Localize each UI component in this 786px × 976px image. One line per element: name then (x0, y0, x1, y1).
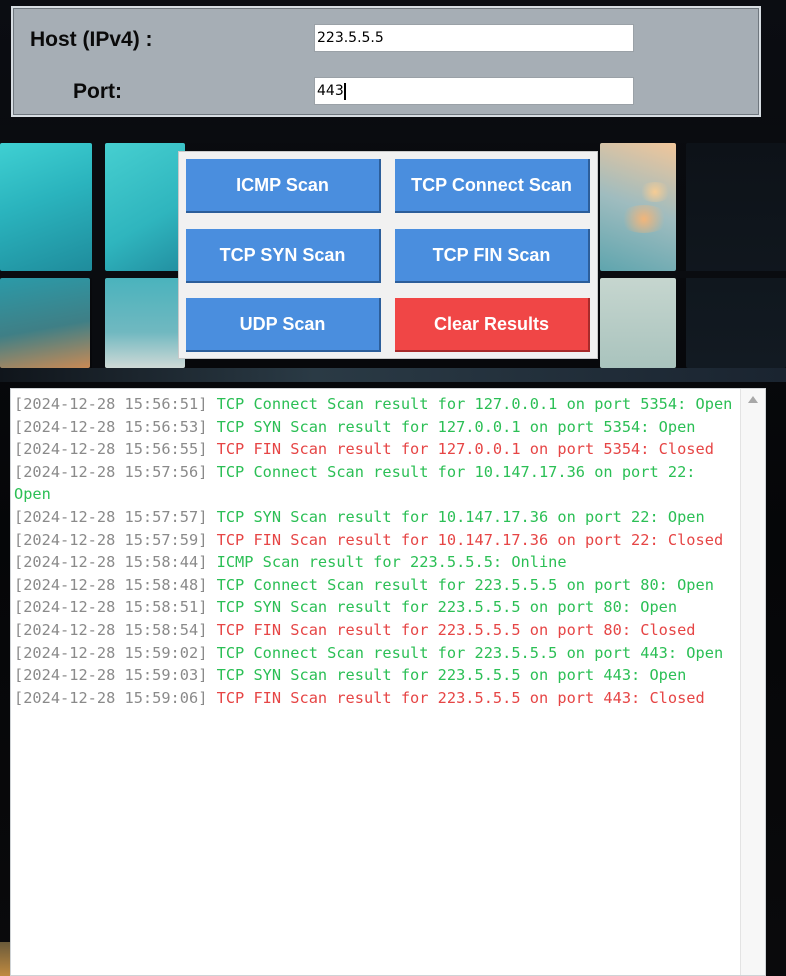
log-message: TCP FIN Scan result for 223.5.5.5 on por… (216, 688, 705, 707)
log-timestamp: [2024-12-28 15:58:44] (14, 553, 208, 572)
log-timestamp: [2024-12-28 15:57:56] (14, 462, 208, 481)
log-timestamp: [2024-12-28 15:58:51] (14, 598, 208, 617)
text-caret (343, 82, 346, 100)
udp-scan-button[interactable]: UDP Scan (186, 298, 381, 352)
window-frame-top (0, 125, 786, 143)
target-form: Host (IPv4) : 223.5.5.5 Port: 443 (11, 6, 761, 117)
tcp-fin-scan-button[interactable]: TCP FIN Scan (395, 229, 590, 283)
log-message: TCP FIN Scan result for 10.147.17.36 on … (216, 530, 724, 549)
log-message: TCP Connect Scan result for 127.0.0.1 on… (216, 395, 733, 413)
log-timestamp: [2024-12-28 15:57:57] (14, 507, 208, 526)
log-message: TCP SYN Scan result for 127.0.0.1 on por… (216, 417, 696, 436)
window-sill (0, 368, 786, 382)
log-entry: [2024-12-28 15:58:51] TCP SYN Scan resul… (14, 596, 734, 619)
log-entry: [2024-12-28 15:59:06] TCP FIN Scan resul… (14, 687, 734, 710)
log-timestamp: [2024-12-28 15:59:03] (14, 666, 208, 685)
window-pane (105, 143, 185, 271)
log-entry: [2024-12-28 15:58:44] ICMP Scan result f… (14, 551, 734, 574)
cloud (618, 205, 670, 233)
log-entry: [2024-12-28 15:56:55] TCP FIN Scan resul… (14, 438, 734, 461)
log-message: TCP SYN Scan result for 223.5.5.5 on por… (216, 666, 687, 685)
log-timestamp: [2024-12-28 15:58:54] (14, 620, 208, 639)
window-pane (105, 278, 185, 368)
host-label: Host (IPv4) : (30, 28, 153, 51)
log-timestamp: [2024-12-28 15:58:48] (14, 575, 208, 594)
icmp-scan-button[interactable]: ICMP Scan (186, 159, 381, 213)
window-pane (686, 143, 786, 368)
log-message: TCP FIN Scan result for 223.5.5.5 on por… (216, 620, 696, 639)
log-entry: [2024-12-28 15:56:53] TCP SYN Scan resul… (14, 416, 734, 439)
host-input-value: 223.5.5.5 (317, 30, 384, 46)
log-message: TCP FIN Scan result for 127.0.0.1 on por… (216, 440, 714, 459)
log-timestamp: [2024-12-28 15:56:55] (14, 440, 208, 459)
log-message: TCP SYN Scan result for 223.5.5.5 on por… (216, 598, 678, 617)
host-input[interactable]: 223.5.5.5 (314, 24, 634, 52)
log-message: TCP Connect Scan result for 223.5.5.5 on… (216, 575, 714, 594)
log-entry: [2024-12-28 15:57:57] TCP SYN Scan resul… (14, 506, 734, 529)
log-message: TCP SYN Scan result for 10.147.17.36 on … (216, 507, 705, 526)
log-timestamp: [2024-12-28 15:59:02] (14, 643, 208, 662)
log-timestamp: [2024-12-28 15:56:53] (14, 417, 208, 436)
log-entry: [2024-12-28 15:58:54] TCP FIN Scan resul… (14, 619, 734, 642)
log-entry: [2024-12-28 15:56:51] TCP Connect Scan r… (14, 393, 734, 416)
log-timestamp: [2024-12-28 15:56:51] (14, 395, 208, 413)
log-scrollbar[interactable] (740, 389, 765, 975)
window-frame-vertical (92, 125, 105, 375)
log-timestamp: [2024-12-28 15:57:59] (14, 530, 208, 549)
clear-results-button[interactable]: Clear Results (395, 298, 590, 352)
log-entry: [2024-12-28 15:58:48] TCP Connect Scan r… (14, 574, 734, 597)
cloud (638, 182, 672, 202)
log-message: TCP Connect Scan result for 223.5.5.5 on… (216, 643, 724, 662)
log-entry: [2024-12-28 15:59:02] TCP Connect Scan r… (14, 642, 734, 665)
scan-button-panel: ICMP Scan TCP Connect Scan TCP SYN Scan … (178, 151, 598, 359)
results-log[interactable]: [2024-12-28 15:56:51] TCP Connect Scan r… (10, 388, 766, 976)
port-label: Port: (73, 80, 122, 103)
window-pane (600, 278, 676, 368)
port-input[interactable]: 443 (314, 77, 634, 105)
log-entry: [2024-12-28 15:57:56] TCP Connect Scan r… (14, 461, 734, 506)
log-timestamp: [2024-12-28 15:59:06] (14, 688, 208, 707)
tcp-connect-scan-button[interactable]: TCP Connect Scan (395, 159, 590, 213)
tcp-syn-scan-button[interactable]: TCP SYN Scan (186, 229, 381, 283)
results-log-content: [2024-12-28 15:56:51] TCP Connect Scan r… (14, 393, 734, 709)
window-pane (0, 278, 90, 368)
scroll-up-arrow-icon[interactable] (748, 396, 758, 403)
log-message: ICMP Scan result for 223.5.5.5: Online (216, 553, 567, 572)
log-entry: [2024-12-28 15:57:59] TCP FIN Scan resul… (14, 529, 734, 552)
port-input-value: 443 (317, 83, 344, 99)
window-pane (0, 143, 92, 271)
log-entry: [2024-12-28 15:59:03] TCP SYN Scan resul… (14, 664, 734, 687)
